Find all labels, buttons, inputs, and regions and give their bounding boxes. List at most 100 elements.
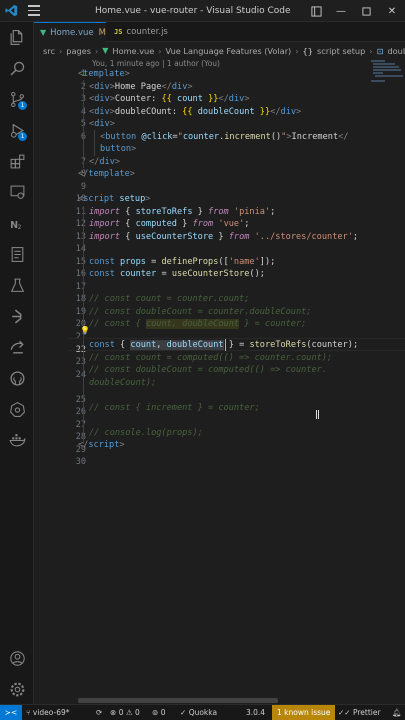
known-issue-badge[interactable]: 1 known issue bbox=[272, 705, 336, 720]
quokka-indicator[interactable]: ✓ Quokka bbox=[180, 705, 217, 720]
prettier-indicator[interactable]: ✓✓ Prettier bbox=[338, 705, 381, 720]
code-line: <script setup> bbox=[78, 194, 151, 204]
line-number: 25 bbox=[75, 394, 86, 405]
code-line: const props = defineProps(['name']); bbox=[89, 256, 276, 267]
breadcrumb-item[interactable]: Home.vue bbox=[112, 46, 154, 56]
code-line: doubleCount); bbox=[89, 377, 157, 388]
github-icon[interactable] bbox=[0, 365, 34, 391]
breadcrumb-item[interactable]: doubleCount bbox=[387, 46, 405, 56]
branch-indicator[interactable]: ⑂ video-69* bbox=[26, 705, 70, 720]
breadcrumb-item[interactable]: pages bbox=[66, 46, 91, 56]
timeline-icon[interactable] bbox=[0, 303, 34, 329]
activity-bar: 1 1 N2 bbox=[0, 22, 34, 704]
code-line: import { computed } from 'vue'; bbox=[89, 219, 250, 229]
live-share-icon[interactable] bbox=[0, 334, 34, 360]
tab-home-vue[interactable]: ▼ Home.vue M bbox=[34, 22, 106, 42]
title-bar: Home.vue - vue-router - Visual Studio Co… bbox=[0, 0, 405, 22]
line-number: 24 bbox=[75, 369, 86, 380]
sync-icon[interactable]: ⟳ bbox=[96, 705, 102, 720]
line-number bbox=[56, 381, 86, 394]
line-number: 9 bbox=[80, 181, 86, 192]
breadcrumb-item[interactable]: Vue Language Features (Volar) bbox=[166, 46, 292, 56]
breadcrumb-item[interactable]: script setup bbox=[317, 46, 365, 56]
broadcast-icon: ⊚ bbox=[152, 708, 159, 717]
check-all-icon: ✓✓ bbox=[338, 708, 351, 717]
code-line: <template> bbox=[78, 69, 130, 79]
remote-explorer-icon[interactable] bbox=[0, 179, 34, 205]
check-icon: ✓ bbox=[180, 708, 187, 717]
code-line: // const doubleCount = computed(() => co… bbox=[89, 365, 327, 375]
maximize-icon[interactable] bbox=[355, 0, 377, 22]
manage-gear-icon[interactable] bbox=[0, 676, 34, 702]
menu-hamburger-icon[interactable] bbox=[22, 0, 46, 22]
branch-name: video-69* bbox=[32, 708, 70, 717]
chevron-right-icon: › bbox=[94, 45, 99, 56]
braces-icon: {} bbox=[302, 45, 313, 56]
chevron-right-icon: › bbox=[158, 45, 162, 56]
accounts-icon[interactable] bbox=[0, 645, 34, 671]
code-line: const counter = useCounterStore(); bbox=[89, 269, 265, 279]
ports-indicator[interactable]: ⊚ 0 bbox=[152, 705, 165, 720]
minimap[interactable] bbox=[368, 58, 405, 698]
remote-indicator-icon[interactable]: ≻< bbox=[0, 705, 22, 720]
modified-indicator: M bbox=[98, 27, 106, 38]
git-branch-icon: ⑂ bbox=[26, 708, 31, 717]
line-number: 30 bbox=[75, 457, 86, 467]
explorer-icon[interactable] bbox=[0, 24, 34, 50]
code-line: <div>Counter: {{ count }}</div> bbox=[89, 94, 250, 104]
chevron-right-icon: › bbox=[295, 45, 299, 56]
line-number: 14 bbox=[75, 244, 86, 254]
line-number: 6 bbox=[56, 131, 86, 144]
notes-icon[interactable] bbox=[0, 241, 34, 267]
nuxt-devtools-icon[interactable]: N2 bbox=[0, 210, 34, 236]
line-number: 27 bbox=[75, 419, 86, 430]
line-number: 12 bbox=[75, 219, 86, 229]
breadcrumb-item[interactable]: src bbox=[43, 46, 55, 56]
source-control-badge: 1 bbox=[18, 101, 27, 110]
line-number: 2 bbox=[56, 81, 86, 94]
code-editor[interactable]: 1234567891011121314151617181920212223242… bbox=[34, 68, 405, 698]
run-debug-badge: 1 bbox=[18, 132, 27, 141]
extensions-icon[interactable] bbox=[0, 148, 34, 174]
line-number: 17 bbox=[75, 281, 86, 292]
notifications-bell-icon[interactable]: 🔔︎ bbox=[392, 705, 402, 720]
minimize-icon[interactable]: — bbox=[330, 0, 352, 22]
window-title: Home.vue - vue-router - Visual Studio Co… bbox=[95, 6, 291, 16]
editor-tabs: ▼ Home.vue M JS counter.js bbox=[34, 22, 405, 42]
docker-icon[interactable] bbox=[0, 427, 34, 453]
status-bar: ≻< ⑂ video-69* ⟳ ⊗ 0 ⚠ 0 ⊚ 0 ✓ Quokka 3.… bbox=[0, 704, 405, 720]
code-line: <div>Home Page</div> bbox=[89, 81, 193, 92]
tab-counter-js[interactable]: JS counter.js bbox=[108, 22, 188, 42]
problems-indicator[interactable]: ⊗ 0 ⚠ 0 bbox=[110, 705, 140, 720]
code-line: button> bbox=[100, 144, 137, 154]
testing-icon[interactable] bbox=[0, 272, 34, 298]
source-control-icon[interactable]: 1 bbox=[0, 86, 34, 112]
tab-label: Home.vue bbox=[50, 27, 94, 38]
line-number: 19 bbox=[75, 306, 86, 317]
kubernetes-icon[interactable] bbox=[0, 396, 34, 422]
close-icon[interactable]: ✕ bbox=[381, 0, 403, 22]
line-number: 11 bbox=[75, 206, 86, 217]
git-blame-lens[interactable]: You, 1 minute ago | 1 author (You) bbox=[92, 59, 220, 68]
code-line: </script> bbox=[78, 440, 125, 450]
line-number bbox=[56, 143, 86, 156]
ports-count: 0 bbox=[160, 708, 166, 717]
layout-toggle-icon[interactable] bbox=[305, 0, 327, 22]
line-number: 26 bbox=[75, 407, 86, 417]
prettier-label: Prettier bbox=[352, 708, 381, 717]
run-debug-icon[interactable]: 1 bbox=[0, 117, 34, 143]
search-icon[interactable] bbox=[0, 55, 34, 81]
vscode-logo-icon bbox=[0, 0, 22, 22]
line-number: 7 bbox=[56, 156, 86, 169]
version-label[interactable]: 3.0.4 bbox=[246, 705, 265, 720]
symbol-variable-icon: ⊡ bbox=[376, 45, 384, 56]
code-line: // const { count, doubleCount } = counte… bbox=[89, 319, 307, 329]
lightbulb-icon[interactable]: 💡 bbox=[80, 326, 90, 335]
text-caret bbox=[225, 339, 226, 351]
chevron-right-icon: › bbox=[369, 45, 373, 56]
horizontal-scrollbar[interactable] bbox=[78, 698, 278, 703]
vue-file-icon: ▼ bbox=[40, 28, 47, 37]
code-line: // const count = computed(() => counter.… bbox=[89, 352, 333, 363]
vue-file-icon: ▼ bbox=[102, 46, 109, 55]
code-line: // console.log(props); bbox=[89, 427, 203, 438]
